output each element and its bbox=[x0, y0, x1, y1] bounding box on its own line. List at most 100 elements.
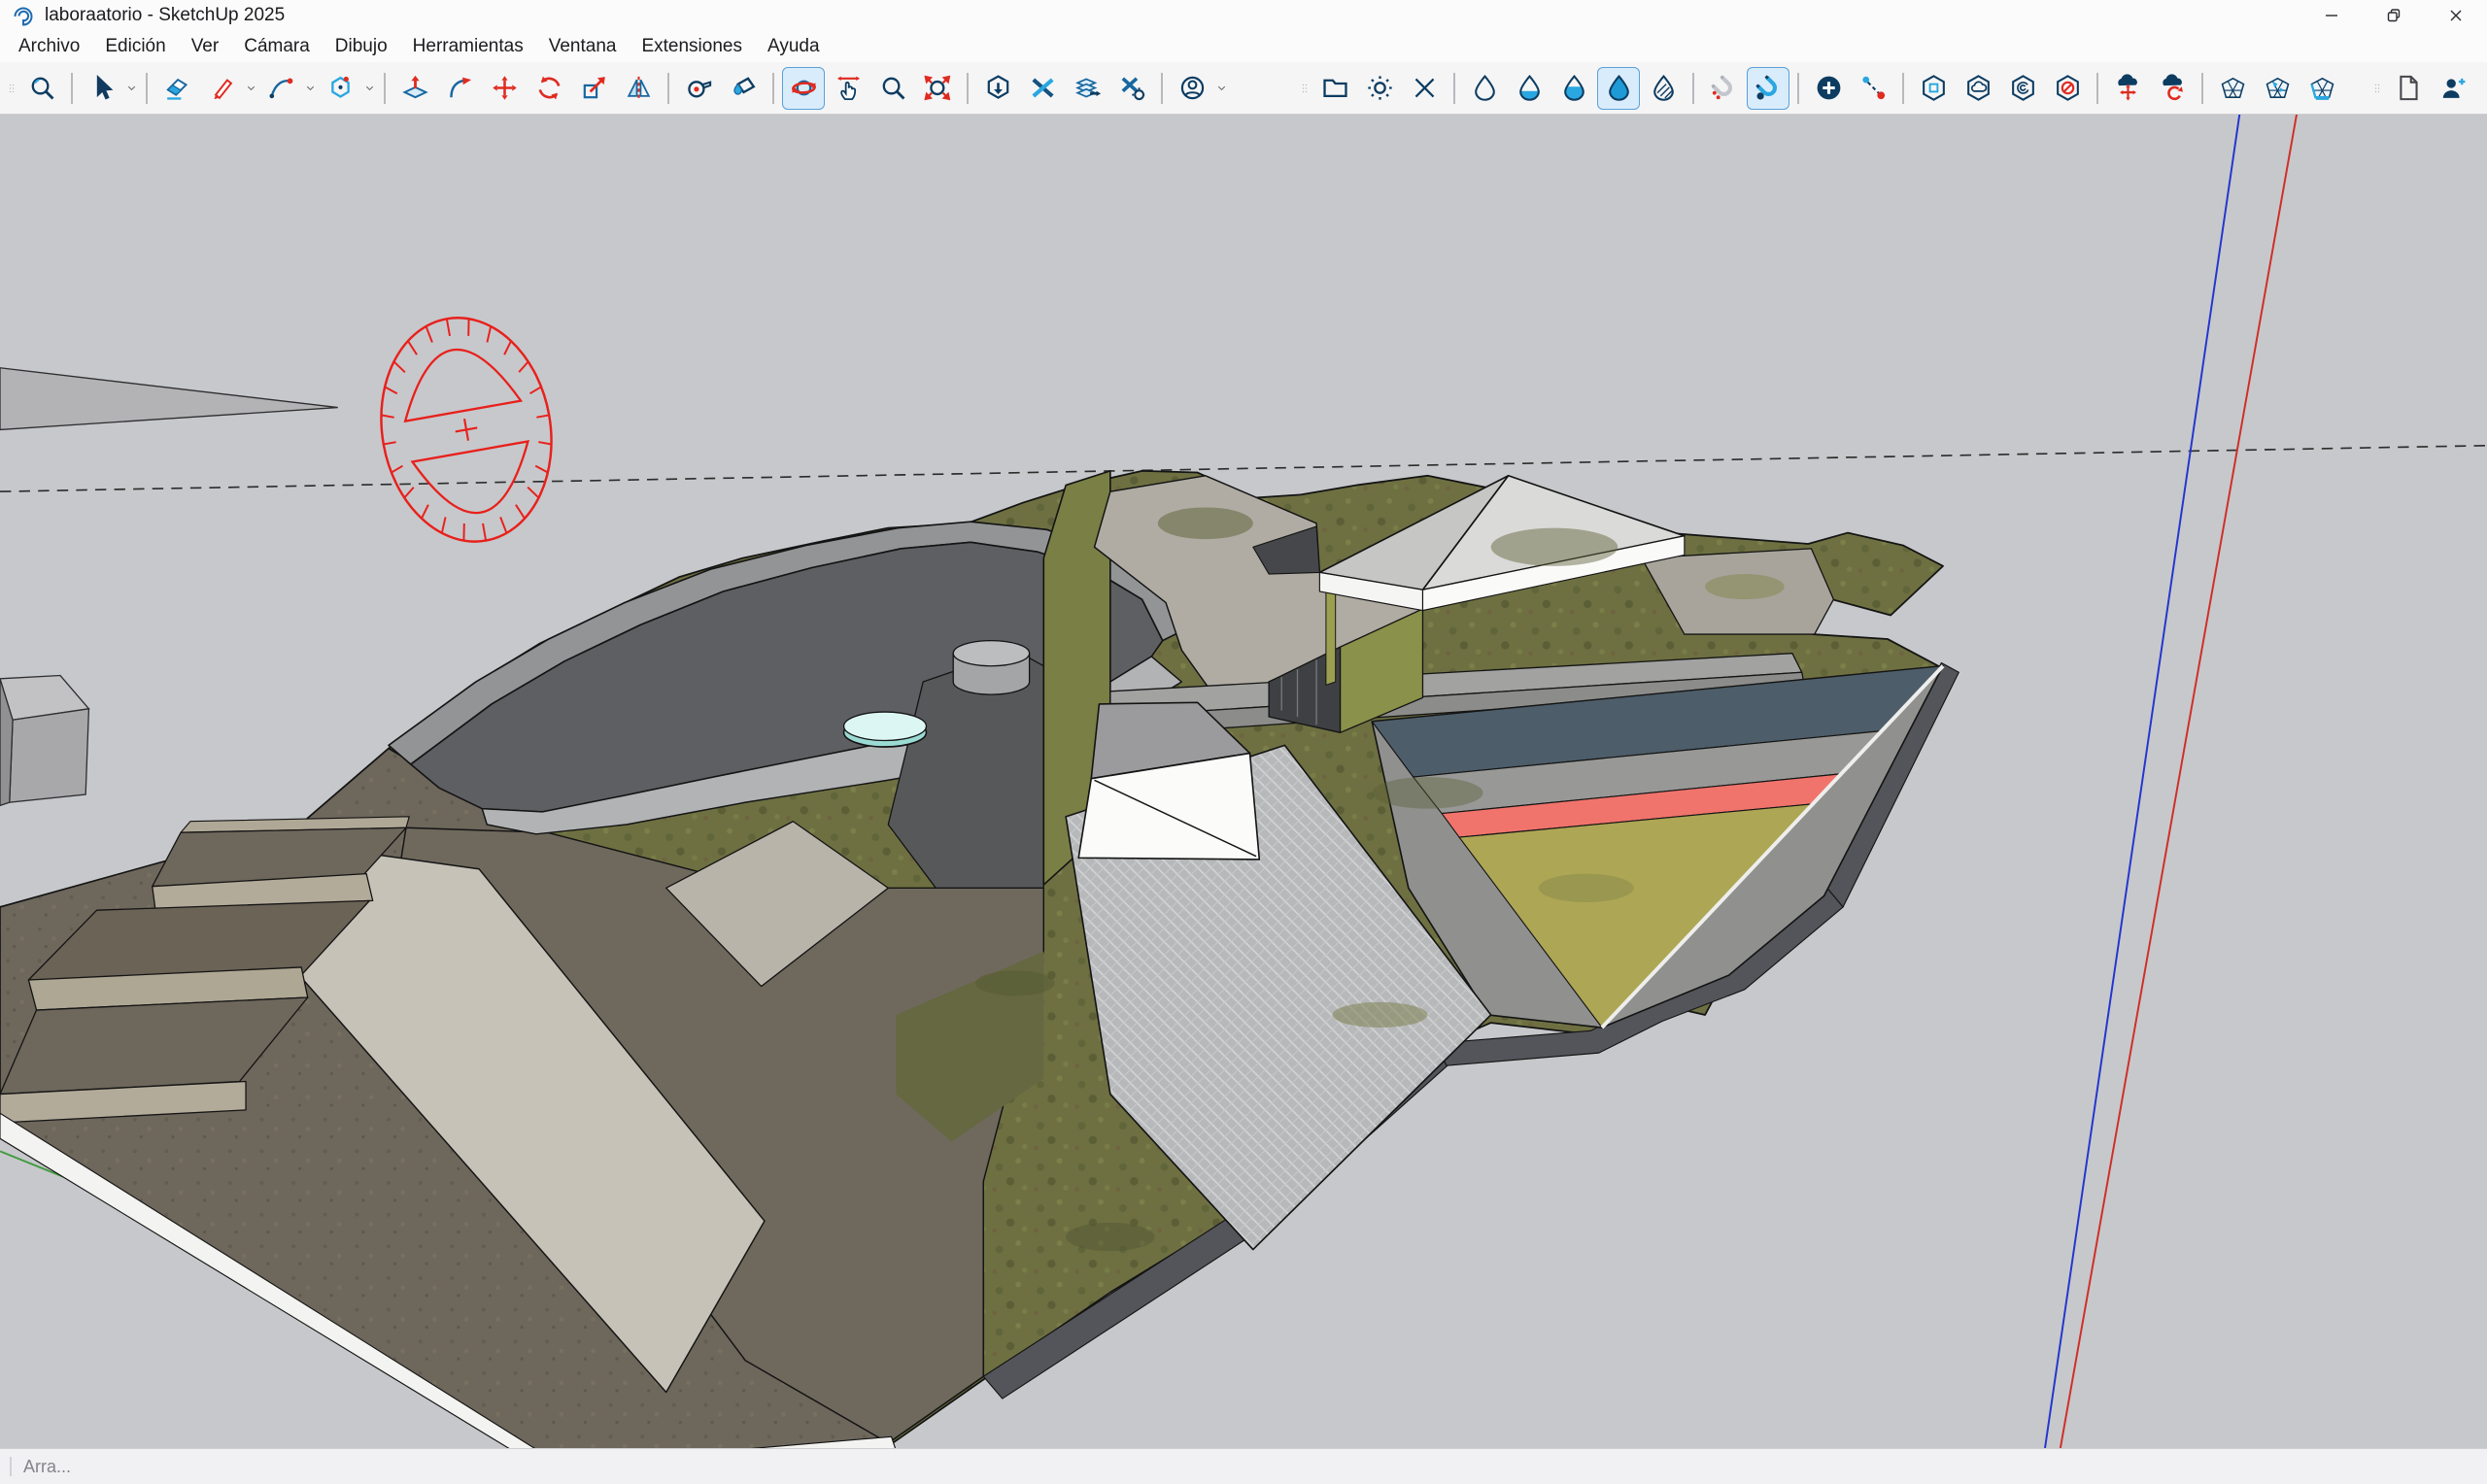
close-tool-icon bbox=[1410, 73, 1440, 103]
toolbar-button-tape-measure[interactable] bbox=[677, 67, 720, 110]
menu-archivo[interactable]: Archivo bbox=[6, 31, 92, 62]
toolbar-button-scale[interactable] bbox=[572, 67, 615, 110]
toolbar-button-drop-hatched[interactable] bbox=[1642, 67, 1685, 110]
scale-icon bbox=[579, 73, 609, 103]
window-controls bbox=[2300, 0, 2487, 31]
toolbar-button-extension-manager[interactable] bbox=[1110, 67, 1153, 110]
toolbar-button-line[interactable] bbox=[200, 67, 243, 110]
toolbar-dropdown-arc[interactable] bbox=[303, 67, 318, 110]
toolbar-button-send-to-layout[interactable] bbox=[1066, 67, 1108, 110]
toolbar-button-arc[interactable] bbox=[259, 67, 302, 110]
toolbar-button-zoom-extents[interactable] bbox=[916, 67, 959, 110]
toolbar-button-magnet[interactable] bbox=[1747, 67, 1789, 110]
toolbar-button-terrain-mesh[interactable] bbox=[2211, 67, 2254, 110]
status-bar: Arra... bbox=[0, 1448, 2487, 1484]
component-box-icon bbox=[1919, 73, 1949, 103]
toolbar-button-zoom[interactable] bbox=[871, 67, 914, 110]
toolbar-button-eraser[interactable] bbox=[155, 67, 198, 110]
toolbar-button-terrain-detail[interactable] bbox=[2256, 67, 2299, 110]
push-pull-icon bbox=[400, 73, 430, 103]
extension-manager-icon bbox=[1117, 73, 1147, 103]
search-icon bbox=[27, 73, 57, 103]
drop-hatched-icon bbox=[1649, 73, 1679, 103]
toolbar-button-magnet-disabled[interactable] bbox=[1702, 67, 1745, 110]
toolbar-button-rotate[interactable] bbox=[528, 67, 570, 110]
menu-ventana[interactable]: Ventana bbox=[536, 31, 630, 62]
menu-dibujo[interactable]: Dibujo bbox=[323, 31, 400, 62]
toolbar-button-extension-warehouse[interactable] bbox=[1021, 67, 1064, 110]
menu-camara[interactable]: Cámara bbox=[231, 31, 323, 62]
drop-low-icon bbox=[1515, 73, 1545, 103]
toolbar-button-push-pull[interactable] bbox=[393, 67, 436, 110]
toolbar-button-component-disabled[interactable] bbox=[2046, 67, 2089, 110]
toolbar-button-component-sketchup[interactable] bbox=[2001, 67, 2044, 110]
toolbar-button-account[interactable] bbox=[1171, 67, 1213, 110]
toolbar-separator bbox=[146, 73, 148, 104]
title-bar: laboraatorio - SketchUp 2025 bbox=[0, 0, 2487, 31]
menu-extensiones[interactable]: Extensiones bbox=[629, 31, 755, 62]
maximize-button[interactable] bbox=[2363, 0, 2425, 31]
toolbar-button-search[interactable] bbox=[20, 67, 63, 110]
toolbar-button-component-cloud[interactable] bbox=[1957, 67, 1999, 110]
toolbar-dropdown-account[interactable] bbox=[1214, 67, 1229, 110]
cloud-rotate-icon bbox=[2158, 73, 2188, 103]
pan-icon bbox=[834, 73, 864, 103]
toolbar-button-drop-low[interactable] bbox=[1508, 67, 1550, 110]
toolbar-button-drop-full[interactable] bbox=[1597, 67, 1640, 110]
toolbar-button-follow-me[interactable] bbox=[438, 67, 481, 110]
viewport-3d[interactable] bbox=[0, 115, 2487, 1449]
toolbar-drag-handle[interactable] bbox=[2369, 67, 2385, 110]
toolbar-separator bbox=[772, 73, 774, 104]
toolbar-button-drop-empty[interactable] bbox=[1463, 67, 1506, 110]
menu-bar: ArchivoEdiciónVerCámaraDibujoHerramienta… bbox=[0, 31, 2487, 62]
toolbar-button-pan[interactable] bbox=[827, 67, 869, 110]
toolbar-dropdown-select[interactable] bbox=[124, 67, 139, 110]
magnet-disabled-icon bbox=[1709, 73, 1739, 103]
toolbar-button-3d-warehouse[interactable] bbox=[976, 67, 1019, 110]
send-to-layout-icon bbox=[1073, 73, 1103, 103]
component-sketchup-icon bbox=[2008, 73, 2038, 103]
shapes-icon bbox=[325, 73, 356, 103]
toolbar-button-add-person[interactable] bbox=[2431, 67, 2473, 110]
toolbar-button-new-document[interactable] bbox=[2386, 67, 2429, 110]
terrain-solid-icon bbox=[2307, 73, 2337, 103]
menu-herramientas[interactable]: Herramientas bbox=[400, 31, 536, 62]
add-icon bbox=[1814, 73, 1844, 103]
toolbar-separator bbox=[2096, 73, 2098, 104]
toolbar-button-drop-high[interactable] bbox=[1552, 67, 1595, 110]
toolbar-button-orbit[interactable] bbox=[782, 67, 825, 110]
toolbar-button-open-folder[interactable] bbox=[1313, 67, 1356, 110]
add-person-icon bbox=[2437, 73, 2468, 103]
toolbar-button-component-box[interactable] bbox=[1912, 67, 1955, 110]
account-icon bbox=[1177, 73, 1208, 103]
close-button[interactable] bbox=[2425, 0, 2487, 31]
toolbar-button-add[interactable] bbox=[1807, 67, 1850, 110]
toolbar-button-settings[interactable] bbox=[1358, 67, 1401, 110]
select-icon bbox=[87, 73, 118, 103]
menu-ayuda[interactable]: Ayuda bbox=[755, 31, 833, 62]
toolbar-button-cloud-rotate[interactable] bbox=[2151, 67, 2194, 110]
window-title: laboraatorio - SketchUp 2025 bbox=[45, 5, 285, 26]
menu-ver[interactable]: Ver bbox=[179, 31, 232, 62]
toolbar-button-close-tool[interactable] bbox=[1403, 67, 1446, 110]
toolbar-drag-handle[interactable] bbox=[4, 67, 19, 110]
toolbar-button-cloud-move[interactable] bbox=[2106, 67, 2149, 110]
viewport-3d-scene bbox=[0, 115, 2487, 1449]
toolbar-button-select[interactable] bbox=[81, 67, 123, 110]
toolbar-separator bbox=[71, 73, 73, 104]
toolbar-button-move[interactable] bbox=[483, 67, 526, 110]
toolbar-button-shapes[interactable] bbox=[319, 67, 361, 110]
toolbar-separator bbox=[1161, 73, 1163, 104]
toolbar-drag-handle[interactable] bbox=[1297, 67, 1312, 110]
minimize-button[interactable] bbox=[2300, 0, 2363, 31]
toolbar-dropdown-line[interactable] bbox=[244, 67, 258, 110]
toolbar-separator bbox=[2201, 73, 2203, 104]
toolbar-button-flip[interactable] bbox=[617, 67, 660, 110]
toolbar-separator bbox=[967, 73, 969, 104]
menu-edicion[interactable]: Edición bbox=[92, 31, 178, 62]
toolbar-button-terrain-solid[interactable] bbox=[2300, 67, 2343, 110]
toolbar-dropdown-shapes[interactable] bbox=[362, 67, 377, 110]
chevron-down-icon bbox=[1215, 82, 1228, 94]
toolbar-button-paint-bucket[interactable] bbox=[722, 67, 765, 110]
toolbar-button-edge-points[interactable] bbox=[1852, 67, 1894, 110]
